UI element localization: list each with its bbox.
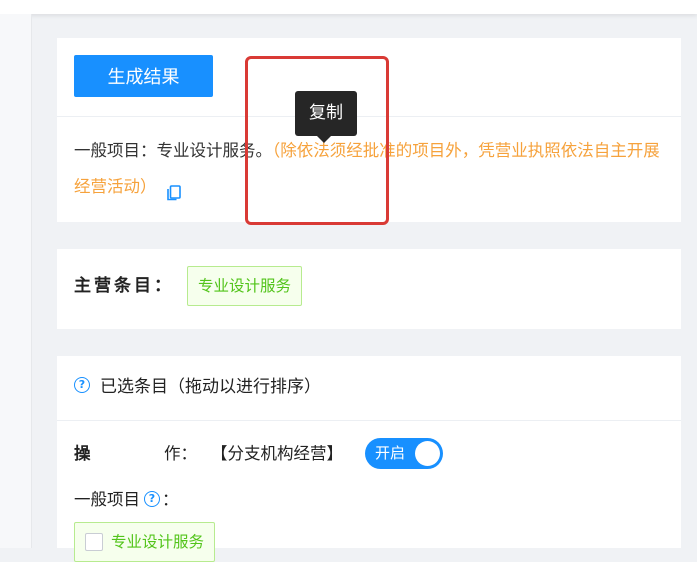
highlight-annotation-box — [245, 56, 389, 225]
scope-main-text: 一般项目：专业设计服务。 — [74, 141, 272, 160]
left-sidebar — [0, 14, 32, 548]
switch-knob — [415, 441, 440, 466]
copy-icon[interactable] — [166, 178, 181, 200]
selected-item-tag[interactable]: 专业设计服务 — [74, 522, 216, 562]
general-items-row: 一般项目?： — [74, 487, 179, 513]
selected-items-title: 已选条目（拖动以进行排序） — [100, 377, 321, 397]
question-circle-icon[interactable]: ? — [144, 490, 160, 507]
question-circle-icon[interactable]: ? — [74, 377, 90, 393]
selected-items-header: ? 已选条目（拖动以进行排序） — [74, 375, 321, 399]
operation-label-part2: 作： — [164, 444, 197, 463]
main-item-card: 主营条目： 专业设计服务 — [57, 249, 681, 329]
branch-operation-text: 【分支机构经营】 — [211, 444, 343, 463]
operation-label-part1: 操 — [74, 444, 91, 463]
main-item-tag[interactable]: 专业设计服务 — [187, 266, 303, 306]
selected-item-label: 专业设计服务 — [111, 533, 205, 551]
switch-label: 开启 — [375, 444, 406, 462]
general-items-colon: ： — [162, 490, 179, 509]
top-header-bar — [0, 0, 697, 14]
selected-items-card: ? 已选条目（拖动以进行排序） 操 作： 【分支机构经营】 开启 一般项目?： 专… — [57, 356, 681, 562]
item-checkbox[interactable] — [85, 533, 103, 551]
generate-result-button[interactable]: 生成结果 — [74, 55, 213, 97]
divider — [57, 420, 681, 421]
branch-operation-switch[interactable]: 开启 — [365, 438, 443, 469]
main-item-label: 主营条目： — [74, 276, 174, 296]
general-items-label: 一般项目 — [74, 490, 140, 509]
